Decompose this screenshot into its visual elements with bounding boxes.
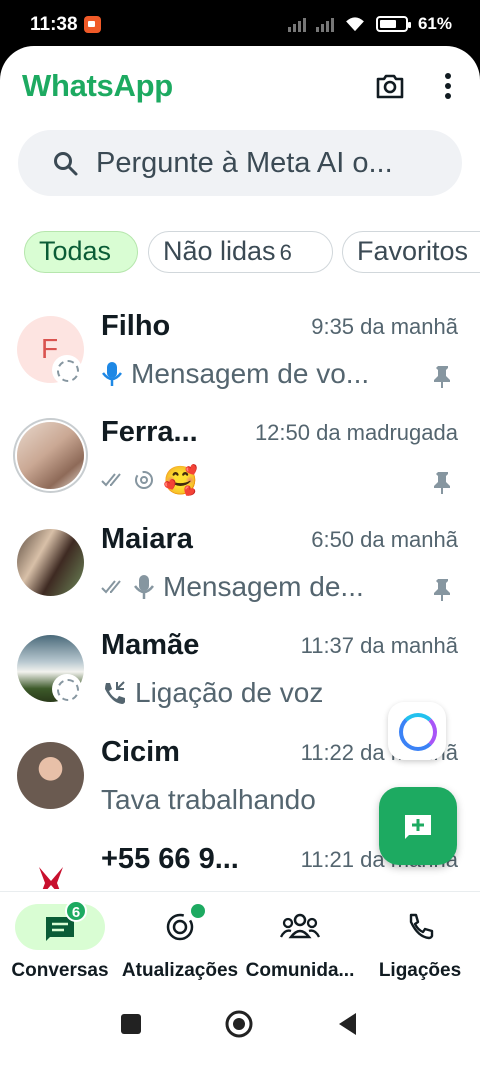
filter-chip-unread[interactable]: Não lidas 6 [148, 231, 333, 273]
nav-label: Comunida... [245, 960, 355, 981]
status-ring-icon [52, 674, 82, 704]
mic-icon [102, 362, 122, 386]
nav-icon-container [375, 904, 465, 950]
search-input[interactable]: Pergunte à Meta AI o... [18, 130, 462, 196]
chat-row[interactable]: F Filho 9:35 da manhã Mensagem de vo... [0, 308, 480, 414]
chat-time: 12:50 da madrugada [254, 420, 458, 445]
back-icon[interactable] [339, 1013, 356, 1035]
meta-ai-button[interactable] [388, 702, 446, 760]
chat-name: Filho [101, 310, 171, 342]
preview-emoji: 🥰 [163, 464, 198, 496]
preview-text: Tava trabalhando [101, 784, 316, 815]
new-chat-button[interactable] [379, 787, 457, 865]
updates-icon [166, 913, 194, 941]
avatar[interactable] [17, 849, 84, 889]
search-icon [54, 152, 78, 176]
chat-name: Mamãe [101, 629, 200, 661]
app-title: WhatsApp [22, 68, 173, 103]
nav-calls[interactable]: Ligações [370, 904, 470, 994]
nav-icon-container [135, 904, 225, 950]
chat-time: 6:50 da manhã [311, 527, 458, 552]
chip-label: Favoritos [357, 236, 469, 266]
wifi-icon [346, 17, 364, 32]
chat-time: 9:35 da manhã [311, 314, 458, 339]
recents-icon[interactable] [121, 1014, 141, 1034]
nav-label: Atualizações [121, 960, 239, 981]
avatar[interactable] [17, 422, 84, 489]
signal-icon [287, 16, 306, 32]
filter-chip-favorites[interactable]: Favoritos [342, 231, 480, 273]
chip-label: Não lidas [163, 236, 276, 266]
double-check-icon [101, 580, 121, 594]
chat-name: Maiara [101, 523, 193, 555]
chip-count: 6 [279, 240, 292, 265]
chip-label: Todas [39, 236, 112, 266]
nav-communities[interactable]: Comunida... [246, 904, 354, 994]
unread-badge: 6 [65, 900, 87, 922]
battery-icon [375, 16, 411, 32]
chat-preview: 🥰 [101, 460, 198, 500]
avatar[interactable] [17, 742, 84, 809]
recording-icon [84, 16, 101, 33]
status-ring-icon [52, 355, 82, 385]
new-updates-dot [191, 904, 205, 918]
system-navigation-bar [0, 991, 480, 1066]
calls-icon [409, 913, 434, 940]
communities-icon [279, 913, 321, 939]
more-vert-icon[interactable] [436, 70, 460, 102]
chat-name: +55 66 9... [101, 843, 239, 875]
preview-text: Mensagem de vo... [131, 358, 370, 389]
preview-text: Mensagem de... [163, 571, 364, 602]
chat-row[interactable]: Ferra... 12:50 da madrugada 🥰 [0, 414, 480, 520]
call-icon [105, 681, 125, 704]
chat-row[interactable]: Maiara 6:50 da manhã Mensagem de... [0, 521, 480, 627]
filter-chip-all[interactable]: Todas [24, 231, 138, 273]
chat-preview: Mensagem de vo... [101, 354, 369, 394]
new-chat-icon [405, 815, 431, 839]
status-time: 11:38 [30, 14, 78, 35]
chats-icon [46, 917, 74, 941]
logo-avatar-icon [39, 867, 63, 889]
chat-preview: Mensagem de... [101, 567, 364, 607]
pin-icon [434, 472, 450, 494]
chat-time: 11:37 da manhã [300, 633, 458, 658]
search-placeholder: Pergunte à Meta AI o... [96, 147, 393, 179]
preview-text: Ligação de voz [135, 677, 324, 708]
bottom-navigation: 6 Conversas Atualizações Comunida... Lig… [0, 891, 480, 991]
nav-chats[interactable]: 6 Conversas [10, 900, 110, 994]
status-bar: 11:38 61% [0, 0, 480, 48]
double-check-icon [101, 473, 121, 487]
avatar[interactable] [17, 529, 84, 596]
camera-icon[interactable] [374, 70, 406, 102]
nav-updates[interactable]: Atualizações [122, 904, 238, 994]
chat-preview: Ligação de voz [101, 673, 323, 713]
pin-icon [434, 579, 450, 601]
app-container: WhatsApp Pergunte à Meta AI o... Todas N… [0, 46, 480, 1066]
chat-name: Ferra... [101, 416, 198, 448]
battery-percent: 61% [417, 14, 452, 33]
nav-label: Ligações [378, 960, 462, 981]
nav-icon-container [255, 904, 345, 950]
nav-icon-container: 6 [15, 900, 105, 950]
chat-name: Cicim [101, 736, 180, 768]
pin-icon [434, 366, 450, 388]
signal-icon [315, 16, 334, 32]
view-once-icon [135, 471, 153, 489]
chat-preview: Tava trabalhando [101, 780, 316, 820]
filter-chips: Todas Não lidas 6 Favoritos [24, 231, 480, 275]
mic-icon [134, 575, 154, 599]
